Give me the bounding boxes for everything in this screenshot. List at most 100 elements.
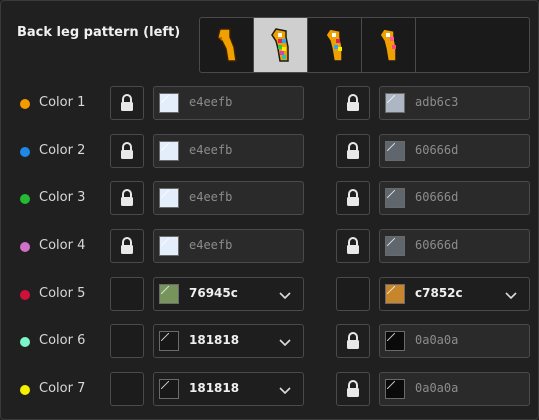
right-lock-toggle[interactable] [336, 181, 370, 215]
right-lock-toggle[interactable] [336, 277, 370, 311]
color-swatch[interactable] [159, 284, 179, 304]
pattern-option-rainbow[interactable] [254, 18, 308, 72]
hex-value: e4eefb [189, 95, 233, 109]
color-swatch[interactable] [385, 93, 405, 113]
color-swatch[interactable] [159, 93, 179, 113]
pattern-empty-slot [416, 18, 529, 72]
right-lock-toggle[interactable] [336, 229, 370, 263]
leg-striped-bottom-icon [378, 28, 397, 62]
lock-icon [121, 189, 133, 206]
lock-icon [347, 94, 359, 111]
color-label: Color 7 [39, 381, 86, 396]
hex-value: e4eefb [189, 238, 233, 252]
left-lock-toggle[interactable] [110, 372, 144, 406]
left-color-field[interactable]: e4eefb [153, 229, 304, 263]
hex-value: 60666d [415, 238, 459, 252]
leg-striped-top-icon [324, 28, 343, 62]
leg-pattern-panel: Back leg pattern (left) Color 1 e4eefb a… [0, 0, 539, 420]
chevron-down-icon [279, 339, 291, 347]
right-color-field[interactable]: adb6c3 [379, 86, 530, 120]
left-color-field[interactable]: 76945c [153, 277, 304, 311]
chevron-down-icon [279, 292, 291, 300]
color-row: Color 3 e4eefb 60666d [1, 181, 539, 217]
left-lock-toggle[interactable] [110, 86, 144, 120]
leg-rainbow-icon [270, 28, 289, 62]
right-lock-toggle[interactable] [336, 372, 370, 406]
left-lock-toggle[interactable] [110, 229, 144, 263]
color-swatch[interactable] [159, 188, 179, 208]
right-lock-toggle[interactable] [336, 324, 370, 358]
color-row: Color 7 181818 0a0a0a [1, 372, 539, 408]
color-label: Color 3 [39, 190, 86, 205]
lock-icon [121, 237, 133, 254]
right-color-field[interactable]: c7852c [379, 277, 530, 311]
color-dot [20, 194, 30, 204]
chevron-down-icon [279, 387, 291, 395]
lock-icon [121, 142, 133, 159]
hex-value: 181818 [189, 381, 240, 395]
lock-icon [347, 237, 359, 254]
hex-value: 181818 [189, 333, 240, 347]
left-lock-toggle[interactable] [110, 324, 144, 358]
color-label: Color 4 [39, 238, 86, 253]
pattern-selector [199, 17, 530, 73]
color-dot [20, 337, 30, 347]
hex-value: 60666d [415, 190, 459, 204]
right-color-field[interactable]: 60666d [379, 181, 530, 215]
color-row: Color 5 76945c c7852c [1, 277, 539, 313]
hex-value: 0a0a0a [415, 381, 459, 395]
color-swatch[interactable] [385, 188, 405, 208]
left-color-field[interactable]: 181818 [153, 372, 304, 406]
left-lock-toggle[interactable] [110, 277, 144, 311]
color-row: Color 2 e4eefb 60666d [1, 134, 539, 170]
lock-icon [121, 94, 133, 111]
pattern-option-striped-bottom[interactable] [362, 18, 416, 72]
hex-value: c7852c [415, 286, 463, 300]
color-dot [20, 290, 30, 300]
color-dot [20, 99, 30, 109]
left-color-field[interactable]: 181818 [153, 324, 304, 358]
color-swatch[interactable] [159, 331, 179, 351]
leg-solid-icon [216, 28, 237, 62]
hex-value: e4eefb [189, 143, 233, 157]
right-color-field[interactable]: 0a0a0a [379, 324, 530, 358]
right-lock-toggle[interactable] [336, 86, 370, 120]
pattern-option-solid[interactable] [200, 18, 254, 72]
color-swatch[interactable] [385, 236, 405, 256]
left-color-field[interactable]: e4eefb [153, 86, 304, 120]
color-row: Color 4 e4eefb 60666d [1, 229, 539, 265]
color-swatch[interactable] [385, 379, 405, 399]
color-swatch[interactable] [159, 236, 179, 256]
right-color-field[interactable]: 60666d [379, 134, 530, 168]
color-label: Color 2 [39, 143, 86, 158]
left-color-field[interactable]: e4eefb [153, 181, 304, 215]
right-lock-toggle[interactable] [336, 134, 370, 168]
color-dot [20, 385, 30, 395]
right-color-field[interactable]: 0a0a0a [379, 372, 530, 406]
right-color-field[interactable]: 60666d [379, 229, 530, 263]
color-swatch[interactable] [159, 141, 179, 161]
color-swatch[interactable] [385, 284, 405, 304]
color-row: Color 1 e4eefb adb6c3 [1, 86, 539, 122]
left-lock-toggle[interactable] [110, 181, 144, 215]
lock-icon [347, 332, 359, 349]
lock-icon [347, 380, 359, 397]
color-dot [20, 147, 30, 157]
color-swatch[interactable] [385, 331, 405, 351]
left-lock-toggle[interactable] [110, 134, 144, 168]
pattern-option-striped-top[interactable] [308, 18, 362, 72]
lock-icon [347, 189, 359, 206]
lock-icon [347, 142, 359, 159]
hex-value: 0a0a0a [415, 333, 459, 347]
section-title: Back leg pattern (left) [17, 25, 181, 40]
color-label: Color 1 [39, 95, 86, 110]
chevron-down-icon [505, 292, 517, 300]
color-swatch[interactable] [159, 379, 179, 399]
color-swatch[interactable] [385, 141, 405, 161]
color-row: Color 6 181818 0a0a0a [1, 324, 539, 360]
hex-value: adb6c3 [415, 95, 459, 109]
hex-value: 76945c [189, 286, 238, 300]
color-label: Color 6 [39, 333, 86, 348]
color-dot [20, 242, 30, 252]
left-color-field[interactable]: e4eefb [153, 134, 304, 168]
